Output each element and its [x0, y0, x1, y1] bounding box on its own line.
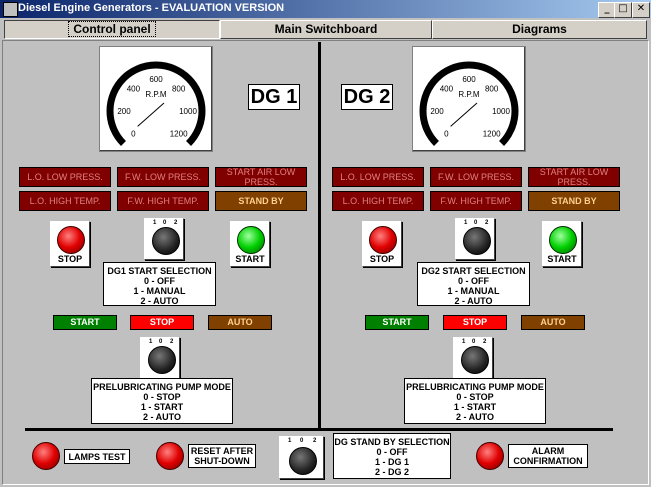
dg2-start-selector-tick-2: 2: [485, 220, 489, 226]
dg2-start-selector-tick-1: 1: [464, 220, 468, 226]
panel-divider: [318, 42, 321, 430]
rotary-knob-icon: [148, 346, 176, 374]
lamps-test-label: LAMPS TEST: [64, 449, 130, 464]
tab-bar: Control panel Main Switchboard Diagrams: [4, 20, 647, 39]
gauge-tick-label: 1200: [170, 130, 188, 139]
close-button[interactable]: ✕: [632, 2, 650, 18]
rotary-knob-icon: [289, 447, 317, 475]
dg1-alarm-lo-low-press: L.O. LOW PRESS.: [19, 167, 111, 187]
dg1-standby-indicator: STAND BY: [215, 191, 307, 211]
dg1-alarm-fw-high-temp: F.W. HIGH TEMP.: [117, 191, 209, 211]
dg1-rpm-gauge: 0 200 400 600 800 1000 1200 R.P.M: [99, 46, 213, 152]
dg1-pump-selector-tick-0: 0: [159, 339, 163, 345]
gauge-tick-label: 200: [117, 107, 131, 116]
dg2-alarm-lo-low-press: L.O. LOW PRESS.: [332, 167, 424, 187]
dg2-standby-indicator: STAND BY: [528, 191, 620, 211]
gauge-needle: [450, 102, 478, 127]
tab-diagrams[interactable]: Diagrams: [432, 20, 647, 39]
dg2-start-lamp-icon: [549, 226, 577, 254]
gauge-tick-label: 200: [430, 107, 444, 116]
rotary-knob-icon: [463, 227, 491, 255]
reset-after-shutdown-button[interactable]: [156, 442, 184, 470]
dg1-alarm-fw-low-press: F.W. LOW PRESS.: [117, 167, 209, 187]
gauge-tick-label: 400: [440, 84, 454, 93]
dg1-stop-lamp-icon: [57, 226, 85, 254]
dg2-pump-selector-tick-0: 0: [472, 339, 476, 345]
dg1-pump-selector-tick-2: 2: [170, 339, 174, 345]
gauge-tick-label: 1200: [483, 130, 501, 139]
tab-control-panel[interactable]: Control panel: [4, 20, 220, 39]
dg1-alarm-lo-high-temp: L.O. HIGH TEMP.: [19, 191, 111, 211]
dg2-rpm-gauge-dial: 0 200 400 600 800 1000 1200 R.P.M: [419, 61, 519, 146]
maximize-button[interactable]: □: [614, 2, 632, 18]
dg1-start-selector-tick-0: 0: [163, 220, 167, 226]
dg2-start-selector-tick-0: 0: [474, 220, 478, 226]
dg2-alarm-lo-high-temp: L.O. HIGH TEMP.: [332, 191, 424, 211]
dg1-pump-selector-tick-1: 1: [149, 339, 153, 345]
dg2-auto-indicator: AUTO: [521, 315, 585, 330]
rotary-knob-icon: [461, 346, 489, 374]
gauge-tick-label: 800: [485, 84, 499, 93]
reset-after-shutdown-label: RESET AFTER SHUT-DOWN: [188, 444, 256, 468]
standby-selector-tick-2: 2: [313, 438, 317, 444]
dg2-pump-selector-tick-2: 2: [483, 339, 487, 345]
dg1-prelube-pump-selector[interactable]: 1 0 2: [140, 337, 180, 379]
app-icon: [3, 2, 18, 17]
dg2-alarm-start-air-low-press: START AIR LOW PRESS.: [528, 167, 620, 187]
window-title: Diesel Engine Generators - EVALUATION VE…: [18, 2, 285, 14]
gauge-tick-label: 0: [444, 130, 449, 139]
dg1-start-button[interactable]: START: [230, 221, 270, 267]
dg1-start-selector-tick-1: 1: [153, 220, 157, 226]
dg1-auto-indicator: AUTO: [208, 315, 272, 330]
gauge-tick-label: 1000: [492, 107, 510, 116]
dg2-start-selector[interactable]: 1 0 2: [455, 218, 495, 260]
dg1-start-selector[interactable]: 1 0 2: [144, 218, 184, 260]
gauge-tick-label: 400: [127, 84, 141, 93]
title-bar: Diesel Engine Generators - EVALUATION VE…: [0, 0, 651, 18]
dg2-stop-button[interactable]: STOP: [362, 221, 402, 267]
standby-selector[interactable]: 1 0 2: [279, 436, 324, 479]
gauge-tick-label: 600: [462, 75, 476, 84]
dg2-start-indicator: START: [365, 315, 429, 330]
dg2-alarm-fw-low-press: F.W. LOW PRESS.: [430, 167, 522, 187]
gauge-tick-label: 800: [172, 84, 186, 93]
dg1-stop-indicator: STOP: [130, 315, 194, 330]
dg1-stop-button[interactable]: STOP: [50, 221, 90, 267]
gauge-tick-label: 1000: [179, 107, 197, 116]
dg2-stop-indicator: STOP: [443, 315, 507, 330]
dg1-start-selection-legend: DG1 START SELECTION 0 - OFF 1 - MANUAL 2…: [103, 262, 216, 306]
standby-selection-legend: DG STAND BY SELECTION 0 - OFF 1 - DG 1 2…: [333, 433, 451, 479]
gauge-needle: [137, 102, 165, 127]
dg1-rpm-gauge-dial: 0 200 400 600 800 1000 1200 R.P.M: [106, 61, 206, 146]
bottom-divider: [25, 428, 613, 431]
dg2-rpm-gauge: 0 200 400 600 800 1000 1200 R.P.M: [412, 46, 526, 152]
dg1-alarm-start-air-low-press: START AIR LOW PRESS.: [215, 167, 307, 187]
gauge-unit-label: R.P.M: [458, 90, 480, 99]
rotary-knob-icon: [152, 227, 180, 255]
dg2-start-button[interactable]: START: [542, 221, 582, 267]
alarm-confirmation-label: ALARM CONFIRMATION: [508, 444, 588, 468]
dg2-start-selection-legend: DG2 START SELECTION 0 - OFF 1 - MANUAL 2…: [417, 262, 530, 306]
dg1-start-indicator: START: [53, 315, 117, 330]
dg1-label: DG 1: [248, 84, 300, 110]
gauge-unit-label: R.P.M: [145, 90, 167, 99]
dg1-start-lamp-icon: [237, 226, 265, 254]
lamps-test-button[interactable]: [32, 442, 60, 470]
dg2-prelube-pump-selector[interactable]: 1 0 2: [453, 337, 493, 379]
gauge-tick-label: 0: [131, 130, 136, 139]
standby-selector-tick-1: 1: [288, 438, 292, 444]
dg2-label: DG 2: [341, 84, 393, 110]
dg1-start-selector-tick-2: 2: [174, 220, 178, 226]
dg2-stop-lamp-icon: [369, 226, 397, 254]
standby-selector-tick-0: 0: [300, 438, 304, 444]
alarm-confirmation-button[interactable]: [476, 442, 504, 470]
dg2-pump-selector-tick-1: 1: [462, 339, 466, 345]
dg2-prelube-pump-legend: PRELUBRICATING PUMP MODE 0 - STOP 1 - ST…: [404, 378, 546, 424]
dg2-alarm-fw-high-temp: F.W. HIGH TEMP.: [430, 191, 522, 211]
tab-main-switchboard[interactable]: Main Switchboard: [220, 20, 432, 39]
dg1-prelube-pump-legend: PRELUBRICATING PUMP MODE 0 - STOP 1 - ST…: [91, 378, 233, 424]
gauge-tick-label: 600: [149, 75, 163, 84]
